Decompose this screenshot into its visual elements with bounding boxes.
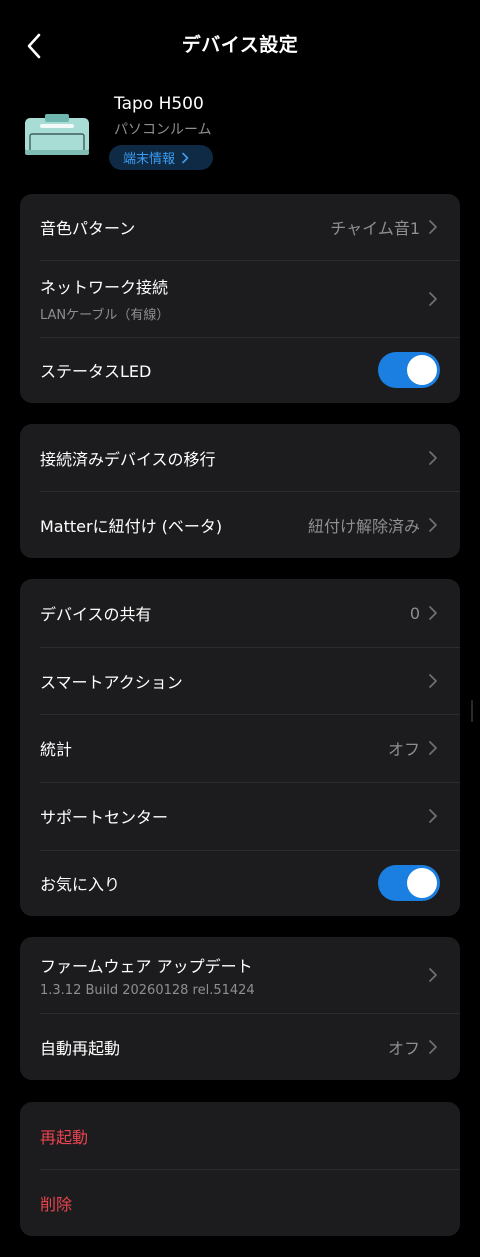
support-center-row[interactable]: サポートセンター: [20, 782, 460, 850]
reboot-label: 再起動: [40, 1127, 89, 1147]
device-info-label: 端末情報: [123, 152, 176, 167]
matter-link-value: 紐付け解除済み: [307, 516, 420, 536]
firmware-update-row[interactable]: ファームウェア アップデート 1.3.12 Build 20260128 rel…: [20, 937, 460, 1013]
delete-button[interactable]: 削除: [20, 1169, 460, 1236]
matter-link-row[interactable]: Matterに紐付け (ベータ) 紐付け解除済み: [20, 491, 460, 558]
chevron-right-icon: [426, 807, 440, 825]
device-settings-page: デバイス設定 Tapo H500 パソコンルーム 端末情報 音色パターン チャイ…: [0, 0, 480, 1257]
chevron-right-icon: [426, 218, 440, 236]
device-info-button[interactable]: 端末情報: [109, 145, 213, 170]
chevron-right-icon: [426, 966, 440, 984]
statistics-label: 統計: [40, 740, 73, 759]
status-led-row: ステータスLED: [20, 337, 460, 403]
chevron-right-icon: [426, 290, 440, 308]
smart-action-label: スマートアクション: [40, 672, 183, 692]
firmware-version: 1.3.12 Build 20260128 rel.51424: [40, 982, 255, 998]
favorite-toggle[interactable]: [378, 865, 440, 901]
scroll-indicator: [471, 700, 473, 722]
network-connection-label: ネットワーク接続: [40, 278, 169, 297]
chime-pattern-value: チャイム音1: [330, 219, 420, 238]
statistics-row[interactable]: 統計 オフ: [20, 714, 460, 782]
favorite-label: お気に入り: [40, 875, 121, 894]
network-connection-sub: LANケーブル（有線）: [40, 308, 170, 323]
device-room: パソコンルーム: [114, 122, 212, 138]
status-led-label: ステータスLED: [40, 362, 152, 381]
page-title: デバイス設定: [181, 34, 299, 56]
delete-label: 削除: [40, 1194, 73, 1214]
chevron-right-icon: [426, 672, 440, 690]
settings-card-basic: 音色パターン チャイム音1 ネットワーク接続 LANケーブル（有線） ステータス…: [20, 194, 460, 403]
chevron-right-icon: [426, 449, 440, 467]
reboot-button[interactable]: 再起動: [20, 1102, 460, 1169]
matter-link-label: Matterに紐付け (ベータ): [40, 516, 223, 536]
chevron-right-icon: [182, 152, 189, 163]
toggle-knob: [407, 868, 437, 898]
auto-reboot-label: 自動再起動: [40, 1038, 121, 1058]
chevron-right-icon: [426, 516, 440, 534]
firmware-update-label: ファームウェア アップデート: [40, 956, 253, 976]
statistics-value: オフ: [387, 740, 420, 759]
settings-card-migration: 接続済みデバイスの移行 Matterに紐付け (ベータ) 紐付け解除済み: [20, 424, 460, 558]
chevron-right-icon: [426, 604, 440, 622]
chime-pattern-label: 音色パターン: [40, 219, 136, 238]
auto-reboot-row[interactable]: 自動再起動 オフ: [20, 1013, 460, 1080]
auto-reboot-value: オフ: [387, 1038, 420, 1058]
toggle-knob: [407, 355, 437, 385]
device-share-row[interactable]: デバイスの共有 0: [20, 579, 460, 647]
support-center-label: サポートセンター: [40, 808, 169, 827]
device-share-label: デバイスの共有: [40, 605, 152, 624]
device-name: Tapo H500: [114, 94, 204, 114]
settings-card-features: デバイスの共有 0 スマートアクション 統計 オフ サポートセンター お気に入り: [20, 579, 460, 916]
device-migration-label: 接続済みデバイスの移行: [40, 449, 216, 469]
device-share-value: 0: [409, 603, 420, 623]
header: デバイス設定: [0, 0, 480, 92]
chevron-right-icon: [426, 1038, 440, 1056]
device-summary: Tapo H500 パソコンルーム 端末情報: [0, 92, 480, 182]
device-migration-row[interactable]: 接続済みデバイスの移行: [20, 424, 460, 491]
settings-card-firmware: ファームウェア アップデート 1.3.12 Build 20260128 rel…: [20, 937, 460, 1080]
smart-action-row[interactable]: スマートアクション: [20, 647, 460, 714]
network-connection-row[interactable]: ネットワーク接続 LANケーブル（有線）: [20, 260, 460, 337]
settings-card-danger: 再起動 削除: [20, 1102, 460, 1236]
status-led-toggle[interactable]: [378, 352, 440, 388]
chevron-right-icon: [426, 739, 440, 757]
hub-device-image: [25, 114, 89, 155]
favorite-row: お気に入り: [20, 850, 460, 916]
chime-pattern-row[interactable]: 音色パターン チャイム音1: [20, 194, 460, 260]
